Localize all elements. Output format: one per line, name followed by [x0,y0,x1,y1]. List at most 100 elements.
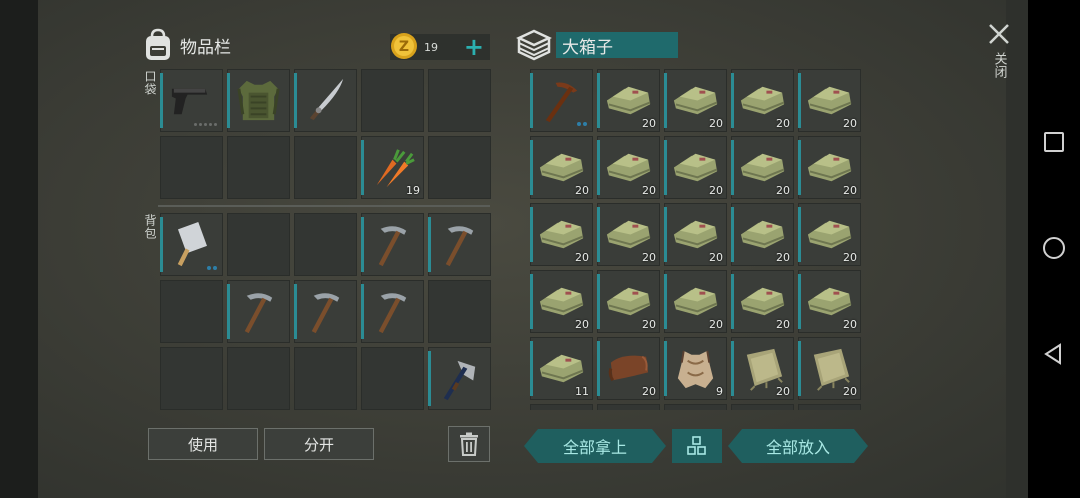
chest-slot[interactable]: 20 [798,270,861,333]
durability-bar [160,73,163,128]
chest-slot[interactable]: 20 [664,136,727,199]
durability-bar [798,207,801,262]
durability-bar [597,140,600,195]
chest-header: 大箱子 [516,28,678,62]
pocket-slot[interactable] [160,136,223,199]
add-coins-button[interactable]: + [464,35,484,59]
durability-bar [530,207,533,262]
stack-count: 20 [642,251,656,264]
stack-count: 20 [843,318,857,331]
back-button[interactable] [1042,342,1066,366]
trash-button[interactable] [448,426,490,462]
chest-slot[interactable]: 20 [798,203,861,266]
chest-name-field[interactable]: 大箱子 [556,32,678,58]
stack-count: 20 [776,117,790,130]
chest-slot[interactable] [530,404,593,410]
backpack-slot[interactable] [160,347,223,410]
backpack-slot[interactable] [227,280,290,343]
chest-slot[interactable] [597,404,660,410]
chest-slot[interactable]: 20 [664,270,727,333]
chest-slot[interactable] [664,404,727,410]
pocket-slot[interactable] [428,69,491,132]
backpack-slot[interactable] [160,280,223,343]
square-icon [1044,132,1064,152]
chest-slot[interactable]: 20 [597,337,660,400]
durability-bar [597,207,600,262]
chest-slot[interactable] [798,404,861,410]
stack-count: 20 [776,251,790,264]
pickaxe-icon [378,226,407,267]
durability-bar [664,274,667,329]
chest-slot[interactable] [530,69,593,132]
chest-slot[interactable]: 20 [798,337,861,400]
backpack-slot[interactable] [160,213,223,276]
chest-slot[interactable]: 20 [664,69,727,132]
durability-bar [664,341,667,396]
pocket-slot[interactable] [361,69,424,132]
chest-slot[interactable]: 20 [597,270,660,333]
coin-count: 19 [424,40,438,54]
durability-bar [798,274,801,329]
chest-slot[interactable]: 20 [731,69,794,132]
stack-count: 20 [709,184,723,197]
stack-count: 20 [709,117,723,130]
backpack-slot[interactable] [428,347,491,410]
backpack-slot[interactable] [361,347,424,410]
backpack-slot[interactable] [361,280,424,343]
pocket-slot[interactable] [294,69,357,132]
backpack-slot[interactable] [227,213,290,276]
durability-bar [597,73,600,128]
chest-slot[interactable]: 20 [530,203,593,266]
split-button[interactable]: 分开 [264,428,374,460]
durability-bar [530,73,533,128]
backpack-slot[interactable] [361,213,424,276]
backpack-slot[interactable] [428,280,491,343]
chest-slot[interactable]: 20 [731,203,794,266]
chest-slot[interactable]: 20 [664,203,727,266]
backpack-slot[interactable] [294,280,357,343]
chest-slot[interactable]: 9 [664,337,727,400]
circle-icon [1043,237,1065,259]
pickaxe-icon [244,293,273,334]
chest-slot[interactable]: 20 [731,136,794,199]
pocket-slot[interactable] [227,136,290,199]
stack-count: 11 [575,385,589,398]
stack-count: 20 [843,251,857,264]
chest-slot[interactable]: 20 [530,136,593,199]
backpack-slot[interactable] [428,213,491,276]
sort-button[interactable] [672,429,722,463]
chest-slot[interactable] [731,404,794,410]
take-all-label: 全部拿上 [562,438,627,457]
coin-icon: Z [391,33,417,59]
home-button[interactable] [1042,236,1066,260]
close-button[interactable]: 关闭 [986,22,1012,102]
pocket-slot[interactable] [227,69,290,132]
pocket-slot[interactable] [160,69,223,132]
chest-slot[interactable]: 20 [597,136,660,199]
durability-bar [798,73,801,128]
chest-slot[interactable]: 11 [530,337,593,400]
backpack-slot[interactable] [227,347,290,410]
chest-slot[interactable]: 20 [597,203,660,266]
pocket-slot[interactable]: 19 [361,136,424,199]
pocket-slot[interactable] [428,136,491,199]
chest-slot[interactable]: 20 [530,270,593,333]
pocket-slot[interactable] [294,136,357,199]
chest-scroll-area[interactable]: 20 20 20 20 20 20 20 20 20 20 20 20 20 20 20 20 20 20 20 11… [530,69,865,410]
chest-slot[interactable]: 20 [731,270,794,333]
put-all-button[interactable]: 全部放入 [728,429,868,463]
pickaxe-icon [445,226,474,267]
chest-grid: 20 20 20 20 20 20 20 20 20 20 20 20 20 20 20 20 20 20 20 11… [530,69,861,410]
pickaxe-icon [378,293,407,334]
recent-apps-button[interactable] [1042,130,1066,154]
chest-slot[interactable]: 20 [798,69,861,132]
backpack-slot[interactable] [294,213,357,276]
stack-count: 20 [642,184,656,197]
game-screen: 物品栏 Z 19 + 口袋 背包 19 使用 分开 大箱子 20 20 20 2… [38,0,1066,498]
use-button[interactable]: 使用 [148,428,258,460]
take-all-button[interactable]: 全部拿上 [524,429,666,463]
chest-slot[interactable]: 20 [798,136,861,199]
backpack-slot[interactable] [294,347,357,410]
chest-slot[interactable]: 20 [597,69,660,132]
chest-slot[interactable]: 20 [731,337,794,400]
